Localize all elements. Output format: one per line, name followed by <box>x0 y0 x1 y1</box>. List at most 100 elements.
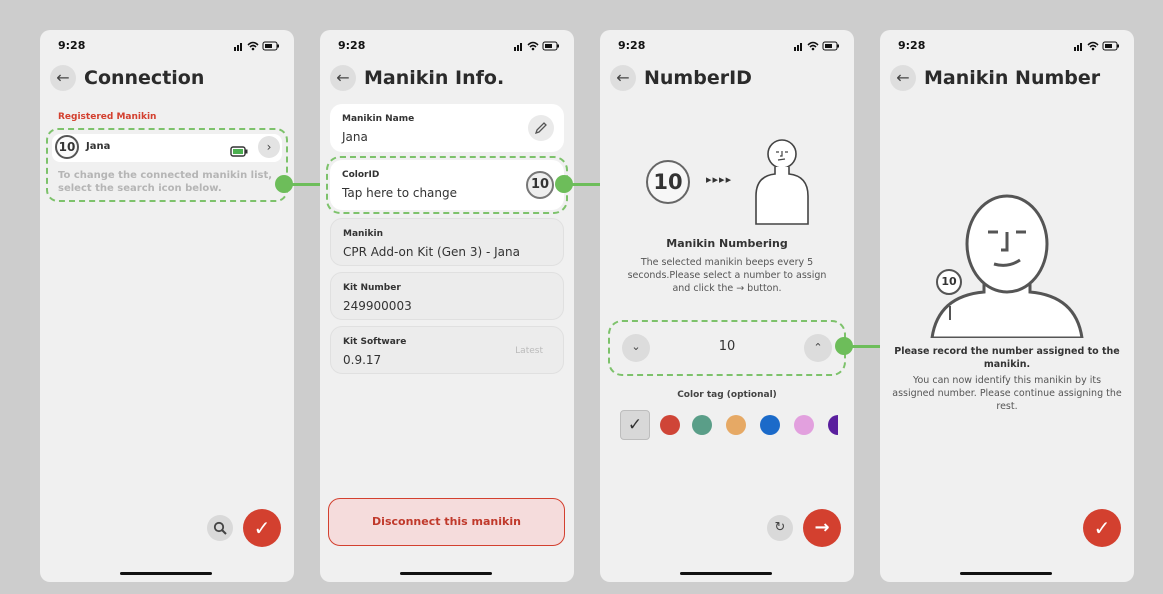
back-button[interactable]: ← <box>330 65 356 91</box>
status-time: 9:28 <box>58 39 86 52</box>
header: ← Connection <box>50 63 284 93</box>
number-stepper[interactable]: ⌄ 10 ⌃ <box>614 326 840 370</box>
back-button[interactable]: ← <box>890 65 916 91</box>
home-indicator <box>120 572 212 575</box>
back-button[interactable]: ← <box>50 65 76 91</box>
status-time: 9:28 <box>338 39 366 52</box>
disconnect-button[interactable]: Disconnect this manikin <box>328 498 565 546</box>
check-icon: ✓ <box>627 415 643 435</box>
arrow-left-icon: ← <box>336 68 350 87</box>
status-bar: 9:28 <box>898 39 1120 53</box>
status-icons <box>1074 40 1120 54</box>
color-tag-pink[interactable] <box>794 415 814 435</box>
colorid-label: ColorID <box>342 170 380 180</box>
record-line-2: manikin. <box>983 359 1031 370</box>
info-line-2: assigned number. Please continue assigni… <box>892 388 1122 399</box>
manikin-name: Jana <box>86 141 111 152</box>
status-icons <box>794 40 840 54</box>
color-tag-orange[interactable] <box>726 415 746 435</box>
manikin-number-badge: 10 <box>936 269 962 295</box>
color-tag-blue[interactable] <box>760 415 780 435</box>
color-tag-none[interactable]: ✓ <box>620 410 650 440</box>
header: ← Manikin Info. <box>330 63 564 93</box>
pencil-icon <box>534 122 547 135</box>
manikin-number-badge: 10 <box>55 135 79 159</box>
page-title: Manikin Info. <box>364 67 505 89</box>
manikin-name-card[interactable]: Manikin Name Jana <box>330 104 564 152</box>
record-message: Please record the number assigned to the… <box>880 345 1134 413</box>
reset-button[interactable]: ↻ <box>767 515 793 541</box>
home-indicator <box>960 572 1052 575</box>
colorid-number-badge: 10 <box>526 171 554 199</box>
status-bar: 9:28 <box>58 39 280 53</box>
manikin-name-label: Manikin Name <box>342 114 415 124</box>
chevron-right-icon: › <box>266 140 272 154</box>
next-button[interactable]: → <box>803 509 841 547</box>
chevron-right-button[interactable]: › <box>258 136 280 158</box>
manikin-card: Manikin CPR Add-on Kit (Gen 3) - Jana <box>330 218 564 266</box>
numbering-heading: Manikin Numbering <box>666 237 788 250</box>
screen-manikin-info: 9:28 ← Manikin Info. Manikin Name Jana C… <box>320 30 574 582</box>
colorid-card[interactable]: ColorID Tap here to change 10 <box>330 160 564 210</box>
info-line-1: You can now identify this manikin by its <box>912 375 1102 386</box>
hint-line-1: To change the connected manikin list, <box>58 170 273 181</box>
color-tag-list: ✓ <box>620 410 838 442</box>
status-time: 9:28 <box>898 39 926 52</box>
desc-line-1: The selected manikin beeps every 5 <box>640 257 814 268</box>
desc-line-2: seconds.Please select a number to assign <box>627 270 827 281</box>
status-icons <box>514 40 560 54</box>
arrow-left-icon: ← <box>896 68 910 87</box>
status-time: 9:28 <box>618 39 646 52</box>
colorid-value: Tap here to change <box>342 186 458 200</box>
arrow-right-icon: → <box>814 517 830 538</box>
color-tag-teal[interactable] <box>692 415 712 435</box>
page-title: Manikin Number <box>924 67 1101 89</box>
check-icon: ✓ <box>1093 516 1111 540</box>
screen-connection: 9:28 ← Connection Registered Manikin 10 … <box>40 30 294 582</box>
color-tag-red[interactable] <box>660 415 680 435</box>
color-tag-purple[interactable] <box>828 415 838 435</box>
back-button[interactable]: ← <box>610 65 636 91</box>
header: ← NumberID <box>610 63 844 93</box>
status-bar: 9:28 <box>618 39 840 53</box>
canvas: 9:28 ← Connection Registered Manikin 10 … <box>6 6 1157 588</box>
kit-software-card: Kit Software 0.9.17 Latest <box>330 326 564 374</box>
page-title: NumberID <box>644 67 752 89</box>
record-line-1: Please record the number assigned to the <box>894 346 1120 357</box>
chevron-up-icon: ⌃ <box>813 341 823 354</box>
refresh-icon: ↻ <box>774 520 786 535</box>
manikin-figure-icon <box>755 139 809 225</box>
search-icon <box>213 521 227 539</box>
number-id-badge: 10 <box>646 160 690 204</box>
page-title: Connection <box>84 67 205 89</box>
edit-button[interactable] <box>528 115 554 141</box>
kit-number-label: Kit Number <box>343 283 401 293</box>
home-indicator <box>680 572 772 575</box>
connection-hint: To change the connected manikin list, se… <box>58 169 272 195</box>
beep-indicator: ▸▸▸▸ <box>706 173 733 186</box>
kit-software-value: 0.9.17 <box>343 353 382 367</box>
section-label: Registered Manikin <box>58 112 157 122</box>
manikin-name-value: Jana <box>342 130 368 144</box>
arrow-left-icon: ← <box>56 68 70 87</box>
confirm-button[interactable]: ✓ <box>243 509 281 547</box>
header: ← Manikin Number <box>890 63 1124 93</box>
manikin-row[interactable]: 10 Jana › <box>52 134 282 162</box>
manikin-label: Manikin <box>343 229 383 239</box>
status-bar: 9:28 <box>338 39 560 53</box>
status-icons <box>234 40 280 54</box>
increment-button[interactable]: ⌃ <box>804 334 832 362</box>
screen-manikin-number: 9:28 ← Manikin Number 10 Please record t… <box>880 30 1134 582</box>
hint-line-2: select the search icon below. <box>58 183 222 194</box>
screen-number-id: 9:28 ← NumberID 10 ▸▸▸▸ Manikin Numberin… <box>600 30 854 582</box>
kit-number-card: Kit Number 249900003 <box>330 272 564 320</box>
confirm-button[interactable]: ✓ <box>1083 509 1121 547</box>
info-line-3: rest. <box>996 401 1018 412</box>
arrow-left-icon: ← <box>616 68 630 87</box>
search-button[interactable] <box>207 515 233 541</box>
desc-line-3: and click the → button. <box>672 283 782 294</box>
kit-software-status: Latest <box>515 346 543 356</box>
numbering-description: The selected manikin beeps every 5 secon… <box>600 256 854 295</box>
kit-number-value: 249900003 <box>343 299 412 313</box>
battery-icon <box>230 142 248 161</box>
